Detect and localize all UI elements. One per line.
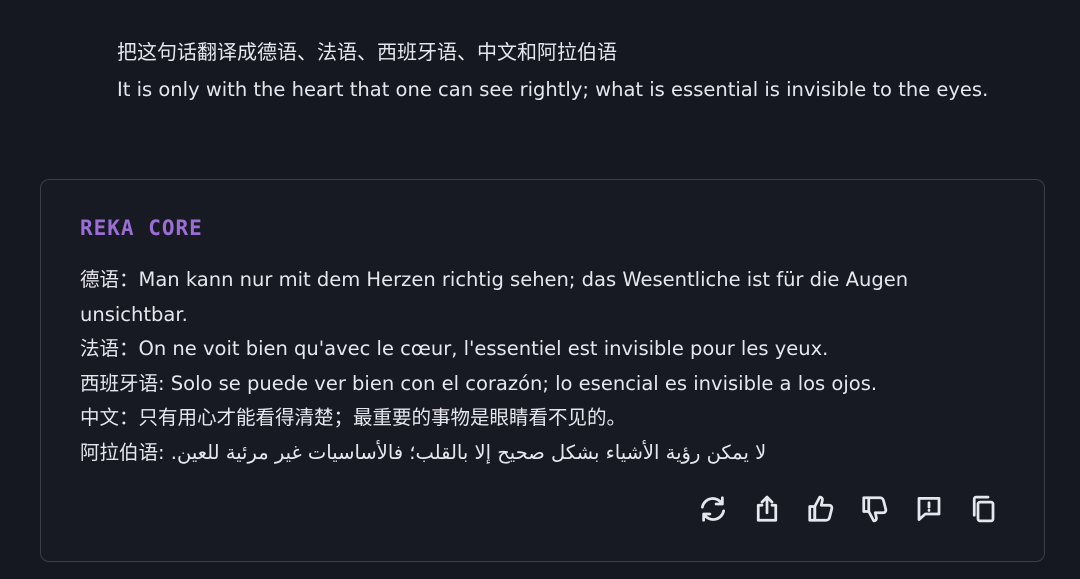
- reply-body: 德语：Man kann nur mit dem Herzen richtig s…: [80, 263, 1010, 470]
- share-button[interactable]: [750, 492, 784, 526]
- regenerate-button[interactable]: [696, 492, 730, 526]
- translation-spanish: 西班牙语: Solo se puede ver bien con el cora…: [80, 367, 1010, 402]
- regenerate-icon: [701, 496, 725, 522]
- user-message-line-2: It is only with the heart that one can s…: [117, 78, 989, 101]
- translation-label: 德语：: [80, 268, 139, 291]
- share-icon: [756, 495, 778, 522]
- thumbs-up-button[interactable]: [804, 492, 838, 526]
- translation-text: Solo se puede ver bien con el corazón; l…: [170, 371, 878, 395]
- thumbs-down-icon: [862, 496, 888, 523]
- thumbs-down-button[interactable]: [858, 492, 892, 526]
- translation-label: 阿拉伯语:: [80, 440, 171, 464]
- translation-arabic: 阿拉伯语: لا يمكن رؤية الأشياء بشكل صحيح إلا…: [80, 436, 1010, 471]
- copy-icon: [972, 495, 995, 523]
- reply-actions-toolbar: [696, 492, 1000, 532]
- translation-text: Man kann nur mit dem Herzen richtig sehe…: [80, 268, 909, 326]
- copy-button[interactable]: [966, 492, 1000, 526]
- user-message-line-1: 把这句话翻译成德语、法语、西班牙语、中文和阿拉伯语: [117, 40, 617, 64]
- translation-french: 法语：On ne voit bien qu'avec le cœur, l'es…: [80, 332, 1010, 367]
- report-icon: [917, 497, 941, 521]
- report-button[interactable]: [912, 492, 946, 526]
- model-name: REKA CORE: [80, 216, 203, 240]
- translation-text: On ne voit bien qu'avec le cœur, l'essen…: [138, 337, 829, 360]
- translation-label: 西班牙语:: [80, 371, 171, 395]
- thumbs-up-icon: [808, 495, 834, 522]
- translation-text: 只有用心才能看得清楚；最重要的事物是眼睛看不见的。: [138, 406, 627, 429]
- translation-chinese: 中文：只有用心才能看得清楚；最重要的事物是眼睛看不见的。: [80, 401, 1010, 436]
- assistant-reply-card: REKA CORE 德语：Man kann nur mit dem Herzen…: [40, 179, 1045, 562]
- user-message: 把这句话翻译成德语、法语、西班牙语、中文和阿拉伯语 It is only wit…: [117, 33, 1057, 109]
- translation-label: 中文：: [80, 406, 139, 429]
- translation-text: لا يمكن رؤية الأشياء بشكل صحيح إلا بالقل…: [170, 440, 767, 464]
- translation-german: 德语：Man kann nur mit dem Herzen richtig s…: [80, 263, 1010, 332]
- translation-label: 法语：: [80, 337, 139, 360]
